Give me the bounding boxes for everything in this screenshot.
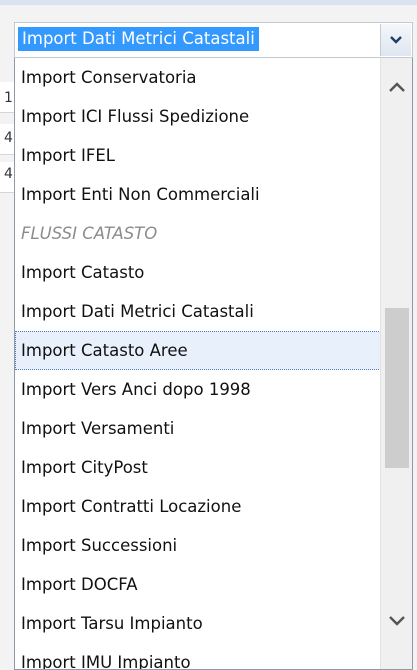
list-item[interactable]: Import Enti Non Commerciali xyxy=(15,175,381,214)
scroll-down-button[interactable] xyxy=(381,606,412,636)
dropdown-items: Import Conservatoria Import ICI Flussi S… xyxy=(15,58,381,669)
list-item[interactable]: Import Vers Anci dopo 1998 xyxy=(15,370,381,409)
chevron-down-icon xyxy=(388,616,405,626)
background-digit: 4 xyxy=(4,130,13,146)
list-item[interactable]: Import Contratti Locazione xyxy=(15,487,381,526)
list-item[interactable]: Import ICI Flussi Spedizione xyxy=(15,97,381,136)
chevron-down-icon xyxy=(390,36,402,44)
background-field-fragment: 4 xyxy=(0,124,14,155)
import-type-combobox[interactable]: Import Dati Metrici Catastali xyxy=(14,22,413,58)
list-item[interactable]: Import Dati Metrici Catastali xyxy=(15,292,381,331)
list-item[interactable]: Import IFEL xyxy=(15,136,381,175)
list-item-highlighted[interactable]: Import Catasto Aree xyxy=(15,331,381,370)
list-item[interactable]: Import Versamenti xyxy=(15,409,381,448)
scrollbar-thumb[interactable] xyxy=(385,308,409,468)
background-digit: 1 xyxy=(4,90,13,106)
chevron-up-icon xyxy=(388,82,405,92)
list-item[interactable]: Import IMU Impianto xyxy=(15,643,381,669)
list-item[interactable]: Import Tarsu Impianto xyxy=(15,604,381,643)
list-item[interactable]: Import DOCFA xyxy=(15,565,381,604)
list-item[interactable]: Import Catasto xyxy=(15,253,381,292)
combobox-selected-value[interactable]: Import Dati Metrici Catastali xyxy=(18,27,259,51)
combobox-dropdown-button[interactable] xyxy=(380,24,411,56)
list-item[interactable]: Import Conservatoria xyxy=(15,58,381,97)
dropdown-scrollbar[interactable] xyxy=(380,58,412,669)
dropdown-list: Import Conservatoria Import ICI Flussi S… xyxy=(14,58,413,670)
list-item[interactable]: Import Successioni xyxy=(15,526,381,565)
list-item[interactable]: Import CityPost xyxy=(15,448,381,487)
background-field-fragment: 4 xyxy=(0,162,14,193)
background-digit: 4 xyxy=(4,166,13,182)
list-group-header: FLUSSI CATASTO xyxy=(21,224,158,243)
background-field-fragment: 1 xyxy=(0,82,14,113)
background-top-border xyxy=(0,0,417,5)
scroll-up-button[interactable] xyxy=(381,72,412,102)
